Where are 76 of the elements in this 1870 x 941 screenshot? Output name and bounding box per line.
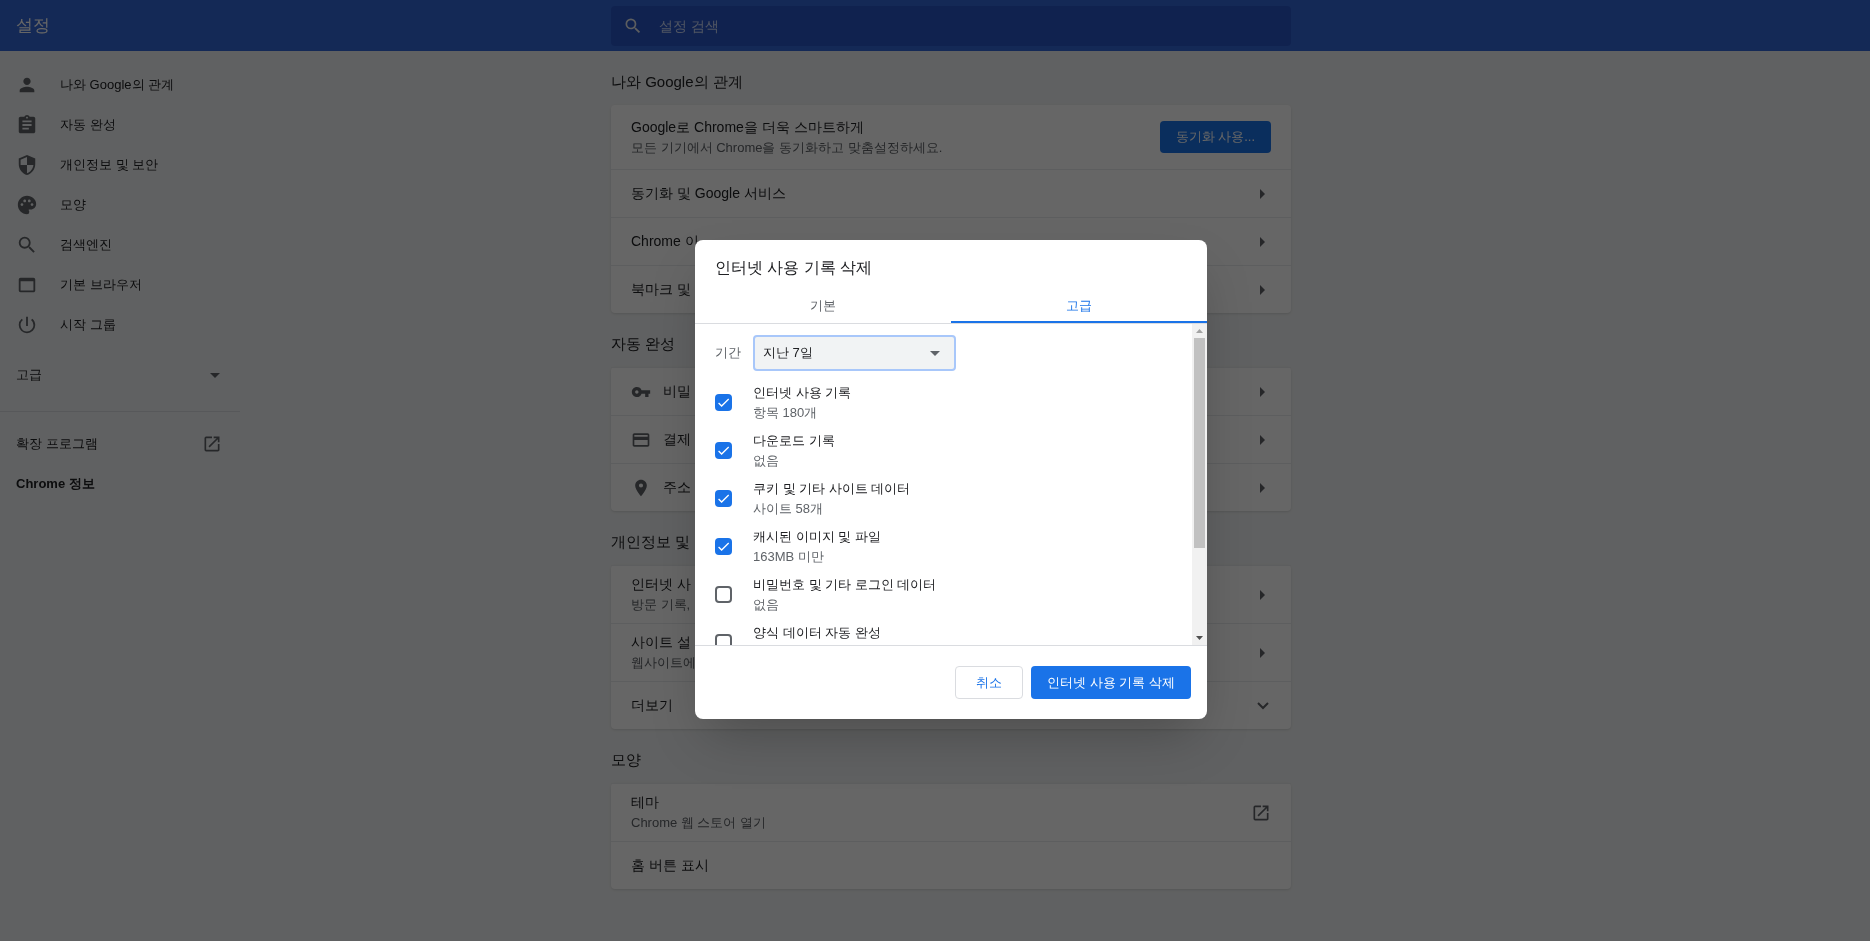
scrollbar[interactable] xyxy=(1192,324,1207,645)
item-detail: 없음 xyxy=(753,596,780,614)
item-label: 비밀번호 및 기타 로그인 데이터 xyxy=(753,576,937,594)
section-title: 개인정보 및 xyxy=(611,532,691,552)
item-detail: 사이트 58개 xyxy=(753,500,825,518)
sidebar-item[interactable]: 나와 Google의 관계 xyxy=(0,65,240,105)
settings-row[interactable]: 테마 Chrome 웹 스토어 열기 xyxy=(611,783,1291,841)
row-title: 인터넷 사 xyxy=(631,575,691,595)
checkbox[interactable] xyxy=(715,490,732,507)
item-label: 다운로드 기록 xyxy=(753,432,835,450)
dropdown-arrow-icon xyxy=(930,350,940,356)
sidebar-item[interactable]: 검색엔진 xyxy=(0,225,240,265)
row-title: 비밀 xyxy=(663,382,691,401)
checkbox[interactable] xyxy=(715,538,732,555)
row-subtitle: 방문 기록, xyxy=(631,596,691,615)
arrow-right-icon xyxy=(1260,482,1265,493)
arrow-right-icon xyxy=(1260,434,1265,445)
sync-button[interactable]: 동기화 사용... xyxy=(1159,121,1271,153)
item-detail: 없음 xyxy=(753,452,780,470)
arrow-right-icon xyxy=(1260,236,1265,247)
row-subtitle: 웹사이트에 xyxy=(631,654,696,673)
arrow-right-icon xyxy=(1260,386,1265,397)
dialog-tab[interactable]: 기본 xyxy=(695,290,951,323)
item-label: 양식 데이터 자동 완성 xyxy=(753,624,881,642)
section-title: 자동 완성 xyxy=(611,334,676,354)
period-dropdown[interactable]: 지난 7일 xyxy=(753,335,956,371)
row-title: 테마 xyxy=(631,793,660,813)
search-icon xyxy=(16,234,38,256)
external-link-icon xyxy=(202,434,222,454)
cancel-button[interactable]: 취소 xyxy=(955,666,1024,699)
power-icon xyxy=(16,314,38,336)
item-label: 쿠키 및 기타 사이트 데이터 xyxy=(753,480,911,498)
row-subtitle: Chrome 웹 스토어 열기 xyxy=(631,814,767,833)
advanced-toggle[interactable]: 고급 xyxy=(0,351,240,399)
item-label: 인터넷 사용 기록 xyxy=(753,384,852,402)
sidebar-item[interactable]: 시작 그룹 xyxy=(0,305,240,345)
item-detail: 항목 180개 xyxy=(753,404,819,422)
checkbox[interactable] xyxy=(715,442,732,459)
section-title: 나와 Google의 관계 xyxy=(611,72,743,92)
row-title: Google로 Chrome을 더욱 스마트하게 xyxy=(631,117,865,137)
row-title: 더보기 xyxy=(631,696,673,715)
item-label: 캐시된 이미지 및 파일 xyxy=(753,528,881,546)
dialog-title: 인터넷 사용 기록 삭제 xyxy=(714,258,874,278)
clipboard-icon xyxy=(16,114,38,136)
arrow-right-icon xyxy=(1260,188,1265,199)
dialog-tab[interactable]: 고급 xyxy=(951,290,1207,323)
extensions-link[interactable]: 확장 프로그램 xyxy=(0,424,240,464)
checkbox[interactable] xyxy=(715,394,732,411)
clear-data-button[interactable]: 인터넷 사용 기록 삭제 xyxy=(1031,666,1191,699)
checkbox[interactable] xyxy=(715,586,732,603)
period-label: 기간 xyxy=(715,344,742,363)
row-title: 동기화 및 Google 서비스 xyxy=(631,184,786,203)
page-title: 설정 xyxy=(15,14,51,37)
chevron-down-icon xyxy=(1257,701,1269,710)
settings-row[interactable]: 홈 버튼 표시 xyxy=(611,841,1291,889)
settings-row[interactable]: 동기화 및 Google 서비스 xyxy=(611,169,1291,217)
sidebar-item[interactable]: 모양 xyxy=(0,185,240,225)
sidebar-item[interactable]: 자동 완성 xyxy=(0,105,240,145)
arrow-right-icon xyxy=(1260,284,1265,295)
row-title: 주소 xyxy=(663,478,691,497)
palette-icon xyxy=(16,194,38,216)
arrow-right-icon xyxy=(1260,647,1265,658)
row-title: 홈 버튼 표시 xyxy=(631,856,709,875)
row-title: 사이트 설 xyxy=(631,633,692,653)
section-title: 모양 xyxy=(611,750,641,770)
sidebar-item[interactable]: 기본 브라우저 xyxy=(0,265,240,305)
shield-icon xyxy=(16,154,38,176)
scroll-up-icon[interactable] xyxy=(1196,329,1203,333)
sidebar-item[interactable]: 개인정보 및 보안 xyxy=(0,145,240,185)
row-subtitle: 모든 기기에서 Chrome을 동기화하고 맞춤설정하세요. xyxy=(631,138,943,157)
arrow-right-icon xyxy=(1260,589,1265,600)
about-link[interactable]: Chrome 정보 xyxy=(0,464,240,504)
scroll-down-icon[interactable] xyxy=(1196,636,1203,640)
row-title: 북마크 및 xyxy=(631,280,691,299)
item-detail: 163MB 미만 xyxy=(753,548,825,566)
row-title: 결제 xyxy=(663,430,691,449)
